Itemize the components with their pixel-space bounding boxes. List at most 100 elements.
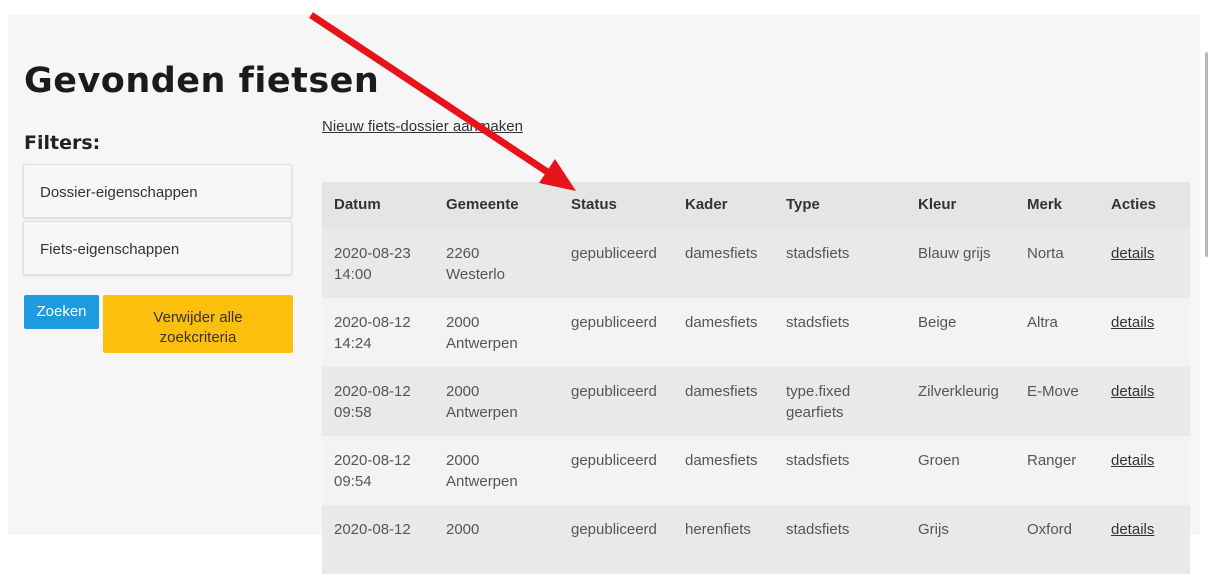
details-link[interactable]: details: [1111, 383, 1154, 400]
cell-kader-line1: damesfiets: [685, 452, 758, 469]
cell-gemeente-line1: 2000: [446, 383, 480, 400]
filter-dossier-eigenschappen[interactable]: Dossier-eigenschappen: [23, 164, 292, 218]
cell-gemeente-line2: Antwerpen: [446, 404, 518, 421]
cell-datum-line2: 09:58: [334, 404, 372, 421]
table-row: 2020-08-12 2000 gepubliceerd herenfiets stad…: [322, 505, 1190, 574]
cell-merk: Oxford: [1015, 505, 1099, 574]
cell-status-line1: gepubliceerd: [571, 383, 657, 400]
cell-type-line1: type.fixed gearfiets: [786, 383, 851, 421]
cell-gemeente-line2: Antwerpen: [446, 473, 518, 490]
cell-datum: 2020-08-12 14:24: [322, 298, 434, 367]
cell-datum: 2020-08-12: [322, 505, 434, 574]
cell-datum-line2: 09:54: [334, 473, 372, 490]
cell-kader-line1: damesfiets: [685, 383, 758, 400]
cell-gemeente: 2000 Antwerpen: [434, 298, 559, 367]
cell-acties: details: [1099, 505, 1190, 574]
cell-status: gepubliceerd: [559, 505, 673, 574]
cell-type-line1: stadsfiets: [786, 245, 850, 262]
cell-kader: damesfiets: [673, 298, 774, 367]
cell-kleur-line1: Zilverkleurig: [918, 383, 999, 400]
cell-merk: Norta: [1015, 229, 1099, 298]
cell-kleur: Blauw grijs: [906, 229, 1015, 298]
cell-gemeente: 2260 Westerlo: [434, 229, 559, 298]
cell-type-line1: stadsfiets: [786, 314, 850, 331]
scrollbar-thumb[interactable]: [1205, 52, 1208, 257]
cell-kleur-line1: Beige: [918, 314, 957, 331]
cell-status: gepubliceerd: [559, 367, 673, 436]
search-button[interactable]: Zoeken: [24, 295, 99, 329]
table-row: 2020-08-12 09:58 2000 Antwerpen gepubliceerd…: [322, 367, 1190, 436]
cell-kleur: Beige: [906, 298, 1015, 367]
cell-status: gepubliceerd: [559, 436, 673, 505]
cell-kleur: Zilverkleurig: [906, 367, 1015, 436]
details-link[interactable]: details: [1111, 245, 1154, 262]
cell-status: gepubliceerd: [559, 229, 673, 298]
details-link[interactable]: details: [1111, 452, 1154, 469]
page-title: Gevonden fietsen: [24, 61, 380, 101]
cell-merk-line1: Norta: [1027, 245, 1064, 262]
column-header-type: Type: [786, 196, 820, 213]
cell-kader: herenfiets: [673, 505, 774, 574]
column-header-datum: Datum: [334, 196, 381, 213]
clear-criteria-button[interactable]: Verwijder alle zoekcriteria: [103, 295, 293, 353]
cell-gemeente-line2: Westerlo: [446, 266, 505, 283]
cell-datum-line1: 2020-08-12: [334, 314, 411, 331]
cell-gemeente: 2000: [434, 505, 559, 574]
filters-title: Filters:: [24, 132, 101, 154]
column-header-gemeente: Gemeente: [446, 196, 519, 213]
cell-type: stadsfiets: [774, 298, 906, 367]
column-header-merk: Merk: [1027, 196, 1063, 213]
cell-type: type.fixed gearfiets: [774, 367, 906, 436]
table-header-row: Datum Gemeente Status Kader Type Kleur M…: [322, 182, 1190, 229]
cell-merk: E-Move: [1015, 367, 1099, 436]
cell-datum-line1: 2020-08-12: [334, 383, 411, 400]
cell-merk: Ranger: [1015, 436, 1099, 505]
cell-datum: 2020-08-12 09:54: [322, 436, 434, 505]
cell-acties: details: [1099, 367, 1190, 436]
cell-gemeente: 2000 Antwerpen: [434, 367, 559, 436]
cell-kleur-line1: Groen: [918, 452, 960, 469]
cell-type-line1: stadsfiets: [786, 452, 850, 469]
cell-kader-line1: damesfiets: [685, 314, 758, 331]
column-header-acties: Acties: [1111, 196, 1157, 213]
cell-kader: damesfiets: [673, 229, 774, 298]
cell-datum-line2: 14:24: [334, 335, 372, 352]
details-link[interactable]: details: [1111, 314, 1154, 331]
cell-merk: Altra: [1015, 298, 1099, 367]
cell-kleur: Groen: [906, 436, 1015, 505]
cell-datum-line2: 14:00: [334, 266, 372, 283]
cell-datum-line1: 2020-08-12: [334, 452, 411, 469]
cell-merk-line1: E-Move: [1027, 383, 1079, 400]
cell-type: stadsfiets: [774, 229, 906, 298]
table-row: 2020-08-23 14:00 2260 Westerlo gepubliceerd d…: [322, 229, 1190, 298]
column-header-kleur: Kleur: [918, 196, 957, 213]
cell-datum-line1: 2020-08-23: [334, 245, 411, 262]
table-row: 2020-08-12 14:24 2000 Antwerpen gepubliceerd…: [322, 298, 1190, 367]
cell-type: stadsfiets: [774, 436, 906, 505]
cell-status-line1: gepubliceerd: [571, 452, 657, 469]
cell-datum: 2020-08-23 14:00: [322, 229, 434, 298]
cell-status-line1: gepubliceerd: [571, 314, 657, 331]
cell-status: gepubliceerd: [559, 298, 673, 367]
cell-type: stadsfiets: [774, 505, 906, 574]
cell-kader-line1: damesfiets: [685, 245, 758, 262]
cell-gemeente: 2000 Antwerpen: [434, 436, 559, 505]
cell-kader: damesfiets: [673, 436, 774, 505]
column-header-status: Status: [571, 196, 617, 213]
filter-fiets-eigenschappen[interactable]: Fiets-eigenschappen: [23, 221, 292, 275]
cell-acties: details: [1099, 298, 1190, 367]
cell-status-line1: gepubliceerd: [571, 245, 657, 262]
new-dossier-link[interactable]: Nieuw fiets-dossier aanmaken: [322, 118, 523, 135]
cell-gemeente-line1: 2000: [446, 314, 480, 331]
cell-merk-line1: Altra: [1027, 314, 1058, 331]
cell-gemeente-line2: Antwerpen: [446, 335, 518, 352]
cell-datum: 2020-08-12 09:58: [322, 367, 434, 436]
table-body: 2020-08-23 14:00 2260 Westerlo gepubliceerd d…: [322, 229, 1190, 574]
results-table: Datum Gemeente Status Kader Type Kleur M…: [322, 182, 1190, 574]
cell-kleur-line1: Blauw grijs: [918, 245, 991, 262]
cell-acties: details: [1099, 436, 1190, 505]
cell-merk-line1: Ranger: [1027, 452, 1077, 469]
cell-kleur: Grijs: [906, 505, 1015, 574]
table-row: 2020-08-12 09:54 2000 Antwerpen gepubliceerd…: [322, 436, 1190, 505]
cell-gemeente-line1: 2260: [446, 245, 480, 262]
